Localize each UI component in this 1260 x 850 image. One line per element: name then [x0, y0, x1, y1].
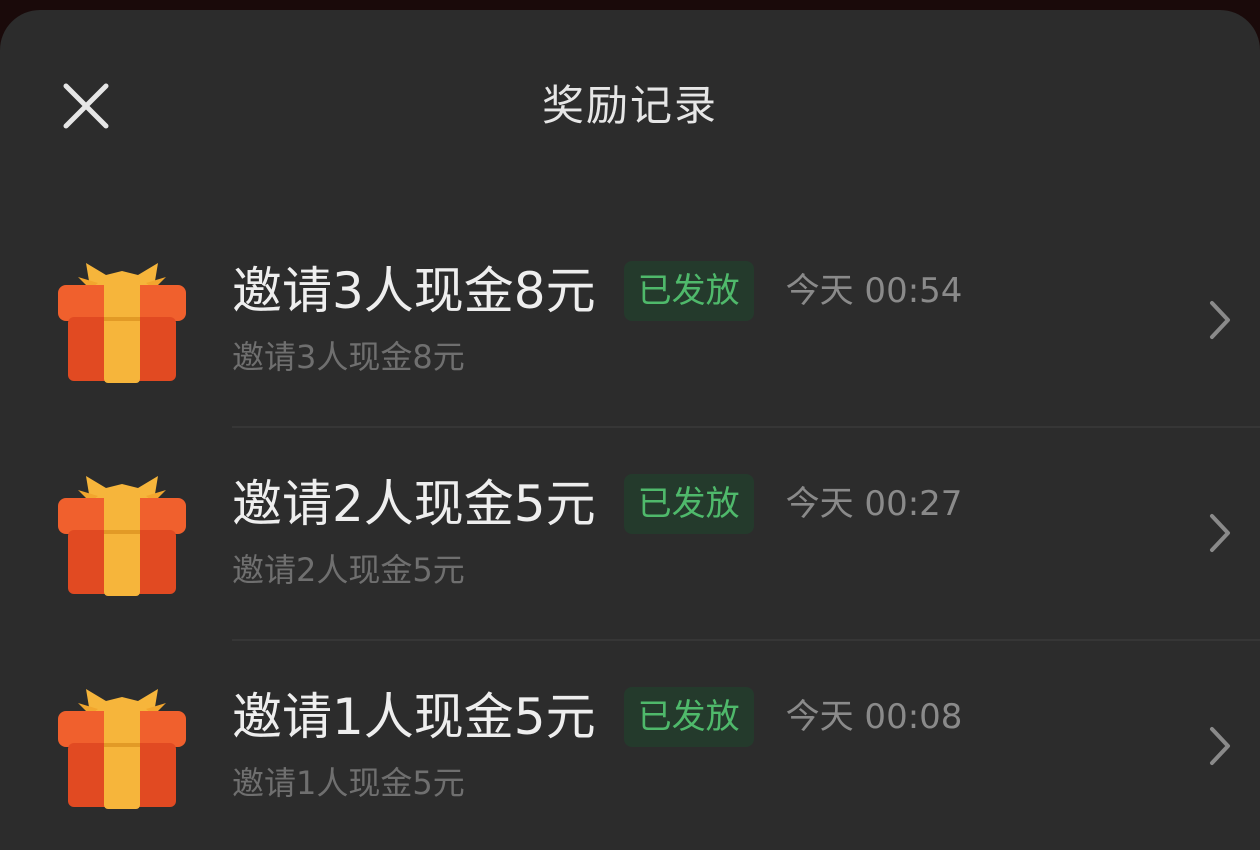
reward-time: 今天 00:27 [785, 484, 963, 524]
reward-title: 邀请3人现金8元 [232, 262, 596, 320]
reward-row[interactable]: 邀请3人现金8元 已发放 今天 00:54 邀请3人现金8元 [0, 215, 1260, 428]
page-title: 奖励记录 [541, 81, 718, 130]
reward-subtitle: 邀请3人现金8元 [232, 338, 465, 376]
reward-list: 邀请3人现金8元 已发放 今天 00:54 邀请3人现金8元 邀请2人现金5元 … [0, 215, 1260, 850]
status-badge: 已发放 [623, 687, 754, 747]
gift-icon [58, 476, 186, 596]
reward-time: 今天 00:54 [785, 271, 963, 311]
reward-time: 今天 00:08 [785, 697, 963, 737]
gift-icon [58, 689, 186, 809]
status-badge: 已发放 [623, 474, 754, 534]
chevron-right-icon [1210, 514, 1230, 552]
reward-row[interactable]: 邀请2人现金5元 已发放 今天 00:27 邀请2人现金5元 [0, 428, 1260, 641]
reward-subtitle: 邀请1人现金5元 [232, 764, 465, 802]
gift-icon [58, 263, 186, 383]
reward-subtitle: 邀请2人现金5元 [232, 551, 465, 589]
reward-title: 邀请2人现金5元 [232, 475, 596, 533]
chevron-right-icon [1210, 301, 1230, 339]
reward-title: 邀请1人现金5元 [232, 688, 596, 746]
chevron-right-icon [1210, 727, 1230, 765]
reward-records-sheet: 奖励记录 邀请3人现金8元 已发放 今天 00:54 邀请3人现金8元 邀请2人… [0, 10, 1260, 850]
reward-row[interactable]: 邀请1人现金5元 已发放 今天 00:08 邀请1人现金5元 [0, 641, 1260, 850]
status-badge: 已发放 [623, 261, 754, 321]
